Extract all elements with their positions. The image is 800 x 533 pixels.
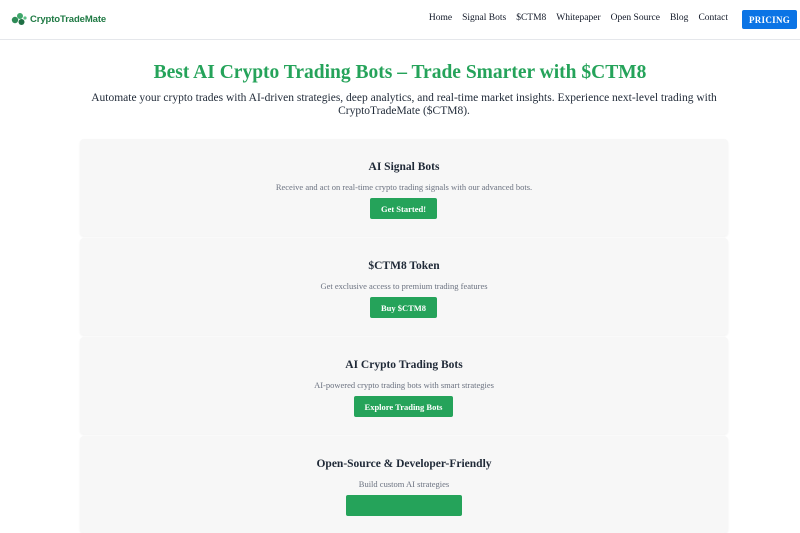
card-ai-crypto-trading-bots: AI Crypto Trading Bots AI-powered crypto… <box>80 337 728 434</box>
nav-home[interactable]: Home <box>429 13 452 23</box>
hero-subtitle: Automate your crypto trades with AI-driv… <box>91 92 717 117</box>
main-nav: Home Signal Bots $CTM8 Whitepaper Open S… <box>429 13 728 23</box>
nav-whitepaper[interactable]: Whitepaper <box>556 13 600 23</box>
site-header: CryptoTradeMate Home Signal Bots $CTM8 W… <box>0 0 800 40</box>
nav-ctm8[interactable]: $CTM8 <box>516 13 546 23</box>
logo-link[interactable]: CryptoTradeMate <box>11 10 106 28</box>
card-description: Get exclusive access to premium trading … <box>320 281 488 291</box>
logo-text: CryptoTradeMate <box>30 13 107 25</box>
card-title: $CTM8 Token <box>368 260 440 272</box>
card-title: AI Signal Bots <box>368 161 440 173</box>
explore-trading-bots-button[interactable]: Explore Trading Bots <box>354 396 453 417</box>
open-source-button[interactable] <box>346 495 462 516</box>
card-ai-signal-bots: AI Signal Bots Receive and act on real-t… <box>80 139 728 236</box>
card-description: Receive and act on real-time crypto trad… <box>275 182 533 192</box>
get-started-button[interactable]: Get Started! <box>370 198 437 219</box>
buy-ctm8-button[interactable]: Buy $CTM8 <box>370 297 437 318</box>
page-title: Best AI Crypto Trading Bots – Trade Smar… <box>153 62 647 83</box>
card-ctm8-token: $CTM8 Token Get exclusive access to prem… <box>80 238 728 335</box>
nav-blog[interactable]: Blog <box>670 13 688 23</box>
card-open-source: Open-Source & Developer-Friendly Build c… <box>80 436 728 533</box>
card-description: AI-powered crypto trading bots with smar… <box>314 380 494 390</box>
nav-contact[interactable]: Contact <box>698 13 728 23</box>
card-description: Build custom AI strategies <box>358 479 450 489</box>
pricing-button[interactable]: PRICING <box>742 10 797 29</box>
nav-signal-bots[interactable]: Signal Bots <box>462 13 506 23</box>
card-title: Open-Source & Developer-Friendly <box>316 458 492 470</box>
nav-open-source[interactable]: Open Source <box>611 13 660 23</box>
card-title: AI Crypto Trading Bots <box>345 359 463 371</box>
logo-icon <box>11 13 27 25</box>
